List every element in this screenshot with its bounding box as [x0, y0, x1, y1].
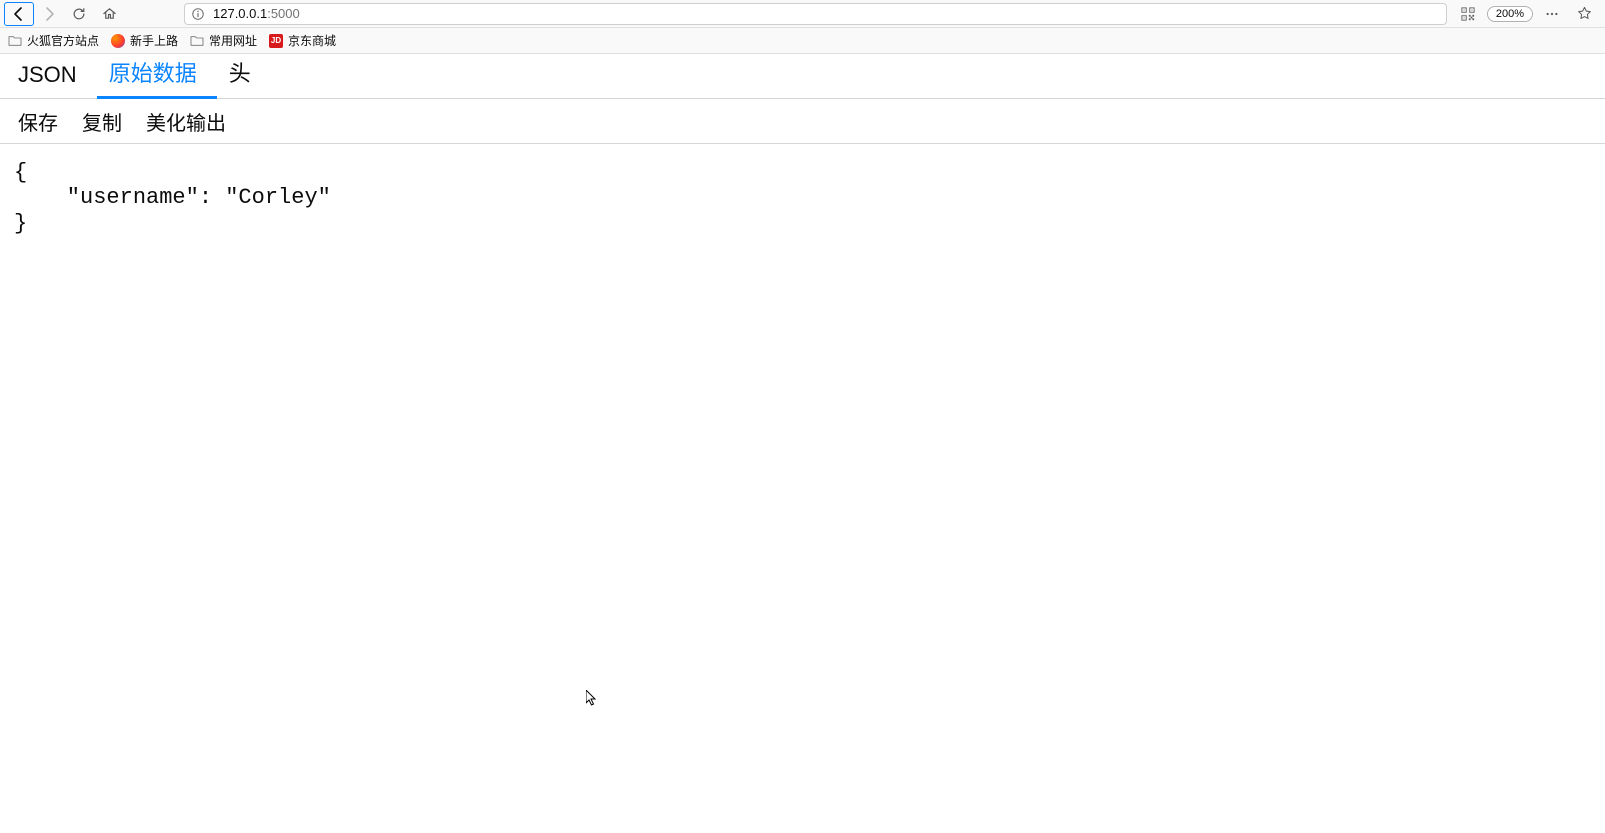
- tab-headers[interactable]: 头: [217, 46, 271, 98]
- home-icon: [102, 6, 117, 21]
- pretty-print-button[interactable]: 美化输出: [134, 99, 238, 144]
- raw-json-content[interactable]: { "username": "Corley" }: [0, 144, 1605, 252]
- home-button[interactable]: [94, 2, 124, 26]
- tab-json[interactable]: JSON: [6, 52, 97, 98]
- jd-icon: JD: [269, 34, 283, 48]
- folder-icon: [190, 35, 204, 47]
- star-icon: [1577, 6, 1592, 21]
- save-button[interactable]: 保存: [6, 99, 70, 144]
- back-button[interactable]: [4, 2, 34, 26]
- qr-icon: [1461, 7, 1475, 21]
- copy-button[interactable]: 复制: [70, 99, 134, 144]
- url-host: 127.0.0.1: [213, 6, 267, 21]
- dots-icon: [1545, 7, 1559, 21]
- bookmark-star-button[interactable]: [1571, 2, 1597, 26]
- reload-button[interactable]: [64, 2, 94, 26]
- json-viewer-actions: 保存 复制 美化输出: [0, 99, 1605, 144]
- cursor-icon: [586, 690, 598, 708]
- info-icon: [191, 7, 205, 21]
- forward-button[interactable]: [34, 2, 64, 26]
- right-controls: 200%: [1455, 2, 1601, 26]
- bookmark-firefox-official[interactable]: 火狐官方站点: [8, 32, 99, 49]
- url-text: 127.0.0.1:5000: [213, 6, 300, 21]
- json-viewer-tabs: JSON 原始数据 头: [0, 54, 1605, 99]
- folder-icon: [8, 35, 22, 47]
- bookmark-label: 京东商城: [288, 32, 336, 49]
- arrow-right-icon: [41, 6, 57, 22]
- url-port: :5000: [267, 6, 300, 21]
- browser-nav-toolbar: 127.0.0.1:5000 200%: [0, 0, 1605, 28]
- url-bar[interactable]: 127.0.0.1:5000: [184, 3, 1447, 25]
- tab-raw-data[interactable]: 原始数据: [97, 46, 217, 98]
- bookmark-jd[interactable]: JD 京东商城: [269, 32, 336, 49]
- qr-button[interactable]: [1455, 2, 1481, 26]
- arrow-left-icon: [11, 6, 27, 22]
- bookmark-label: 火狐官方站点: [27, 32, 99, 49]
- zoom-badge[interactable]: 200%: [1487, 6, 1533, 22]
- reload-icon: [72, 7, 86, 21]
- menu-button[interactable]: [1539, 2, 1565, 26]
